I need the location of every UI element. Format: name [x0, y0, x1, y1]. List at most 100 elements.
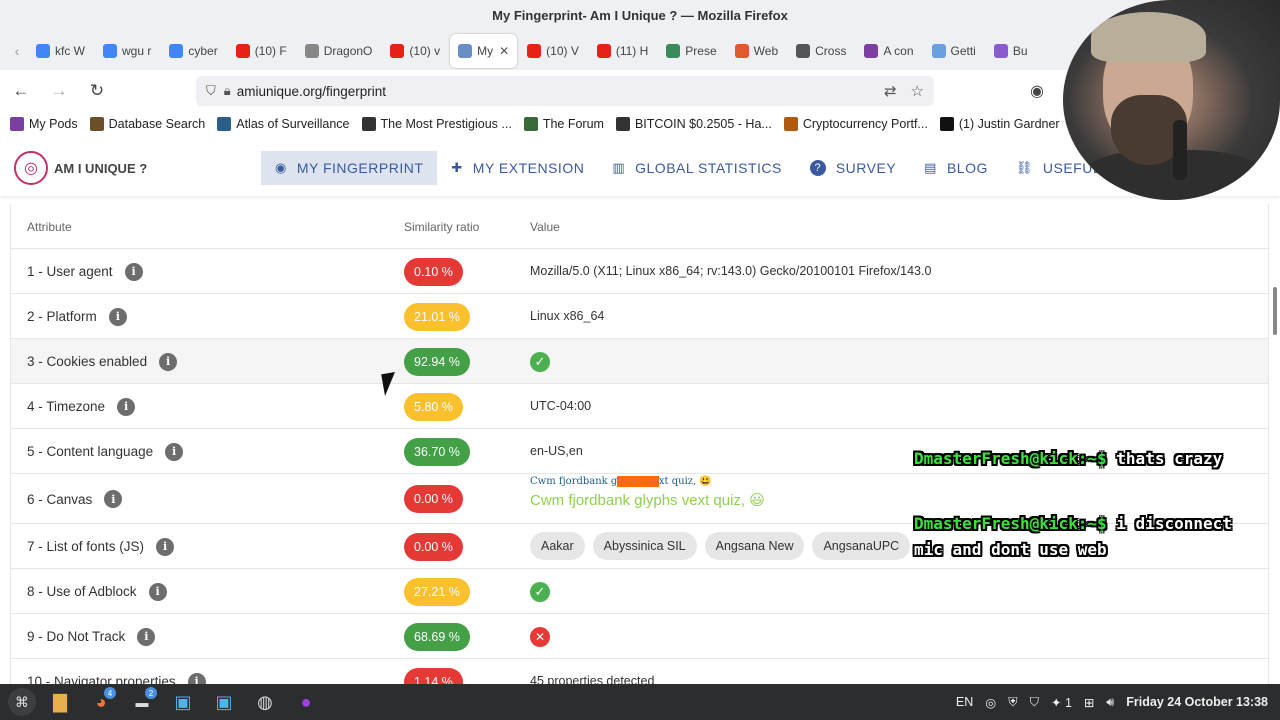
browser-tab[interactable]: (10) F [228, 34, 295, 68]
editor-icon[interactable]: ▣ [166, 687, 200, 717]
menu-item[interactable]: ◉ MY FINGERPRINT [261, 151, 438, 185]
bookmark-item[interactable]: The Most Prestigious ... [361, 117, 512, 131]
attribute-value: 45 properties detected [530, 673, 655, 685]
account-icon[interactable]: ◉ [1030, 81, 1044, 101]
check-icon: ✓ [530, 581, 550, 602]
lock-icon[interactable]: 🔒︎ [224, 83, 231, 99]
site-icon [304, 44, 319, 58]
bookmark-item[interactable]: The Forum [523, 117, 604, 131]
bookmark-favicon-icon [523, 117, 538, 131]
menu-item[interactable]: ▤ BLOG [910, 151, 1002, 185]
attribute-value: en-US,en [530, 443, 583, 458]
bookmark-item[interactable]: (1) Justin Gardner [939, 117, 1060, 131]
browser-tab[interactable]: My ✕ [450, 34, 518, 68]
attribute-value: ✓ [530, 351, 550, 372]
back-icon[interactable]: ← [4, 81, 38, 101]
browser-tab[interactable]: (11) H [589, 34, 656, 68]
attribute-label: 4 - Timezone [27, 399, 106, 414]
tab-label: wgu r [122, 44, 152, 58]
table-header: Attribute Similarity ratio Value [11, 204, 1268, 249]
bookmark-label: Cryptocurrency Portf... [802, 117, 928, 131]
browser-tab[interactable]: (10) v [382, 34, 448, 68]
bookmark-item[interactable]: Cryptocurrency Portf... [783, 117, 928, 131]
browser-tab[interactable]: cyber [161, 34, 225, 68]
info-icon[interactable]: i [148, 582, 167, 601]
obs-icon[interactable]: ◍ [248, 687, 282, 717]
blog-icon: ▤ [924, 160, 937, 175]
forward-icon[interactable]: → [42, 81, 76, 101]
info-icon[interactable]: i [156, 537, 175, 556]
bookmark-item[interactable]: My Pods [10, 117, 78, 131]
canvas-sample-small: Cwm fjordbank glyphs vext quiz, 😃 [530, 476, 712, 487]
browser-tab[interactable]: Cross [788, 34, 854, 68]
tab-label: DragonO [323, 44, 373, 58]
menu-item[interactable]: ? SURVEY [796, 151, 910, 185]
window-title: My Fingerprint- Am I Unique ? — Mozilla … [0, 0, 1280, 32]
attribute-name: 8 - Use of Adblock i [27, 582, 167, 601]
bookmark-item[interactable]: Database Search [89, 117, 205, 131]
notifications-icon[interactable]: ✦ 1 [1051, 695, 1072, 710]
tab-close-icon[interactable]: ✕ [499, 44, 509, 58]
reload-icon[interactable]: ↻ [80, 81, 114, 101]
url-text[interactable]: amiunique.org/fingerprint [237, 84, 386, 99]
url-bar[interactable]: ⛉ 🔒︎ amiunique.org/fingerprint ⇄ ☆ [196, 76, 934, 106]
browser-tab[interactable]: Web [727, 34, 786, 68]
attribute-label: 5 - Content language [27, 444, 154, 459]
shield-tray-icon[interactable]: ⛉ [1030, 695, 1039, 710]
browser-tab[interactable]: Getti [924, 34, 984, 68]
clock[interactable]: Friday 24 October 13:38 [1126, 695, 1268, 709]
info-icon[interactable]: i [137, 627, 156, 646]
firefox-taskbar-icon[interactable]: ◕ 4 [84, 687, 118, 717]
tab-label: kfc W [55, 44, 85, 58]
menu-item[interactable]: ▥ GLOBAL STATISTICS [598, 151, 796, 185]
info-icon[interactable]: i [165, 442, 184, 461]
keyboard-lang[interactable]: EN [956, 695, 973, 709]
table-row: 10 - Navigator properties i 1.14 % 45 prope… [11, 659, 1268, 684]
editor-alt-icon[interactable]: ▣ [207, 687, 241, 717]
attribute-value: Cwm fjordbank glyphs vext quiz, 😃 Cwm fjo… [530, 476, 765, 509]
security-icon[interactable]: ⛨ [1008, 695, 1017, 710]
browser-tab[interactable]: kfc W [28, 34, 93, 68]
network-icon[interactable]: ⊞ [1084, 695, 1094, 710]
tor-icon[interactable]: ● [289, 687, 323, 717]
table-row: 4 - Timezone i 5.80 % UTC-04:00 [11, 384, 1268, 429]
system-tray: EN ◎ ⛨ ⛉ ✦ 1 ⊞ 🔊︎ Friday 24 October 13:3… [956, 695, 1280, 710]
menu-item[interactable]: ✚ MY EXTENSION [437, 151, 598, 185]
translate-icon[interactable]: ⇄ [884, 82, 897, 100]
info-icon[interactable]: i [108, 307, 127, 326]
bookmark-favicon-icon [783, 117, 798, 131]
info-icon[interactable]: i [117, 397, 136, 416]
attribute-value: Linux x86_64 [530, 308, 605, 323]
browser-tab[interactable]: (10) V [519, 34, 587, 68]
info-icon[interactable]: i [187, 672, 206, 684]
browser-tab[interactable]: A con [856, 34, 921, 68]
info-icon[interactable]: i [124, 262, 143, 281]
volume-icon[interactable]: 🔊︎ [1106, 695, 1114, 710]
browser-tab[interactable]: Bu [986, 34, 1036, 68]
browser-tab[interactable]: wgu r [95, 34, 159, 68]
attribute-value: UTC-04:00 [530, 398, 592, 413]
bookmark-item[interactable]: Atlas of Surveillance [217, 117, 350, 131]
firefox-badge: 4 [104, 687, 116, 699]
site-logo[interactable]: ◎ AM I UNIQUE ? [14, 151, 147, 185]
terminal-icon[interactable]: ▬ 2 [125, 687, 159, 717]
files-icon[interactable]: ▇ [43, 687, 77, 717]
tab-label: (10) F [254, 44, 287, 58]
tab-label: My [477, 44, 494, 58]
youtube-icon [596, 44, 611, 58]
google-icon [36, 44, 50, 58]
shield-icon[interactable]: ⛉ [206, 83, 216, 99]
obs-tray-icon[interactable]: ◎ [985, 695, 996, 710]
bookmark-item[interactable]: BITCOIN $0.2505 - Ha... [615, 117, 772, 131]
start-menu-icon[interactable]: ⌘ [8, 688, 36, 716]
info-icon[interactable]: i [159, 352, 178, 371]
puzzle-icon: ✚ [451, 160, 463, 175]
page-scrollbar[interactable] [1273, 287, 1277, 335]
table-row: 2 - Platform i 21.01 % Linux x86_64 [11, 294, 1268, 339]
browser-tab[interactable]: Prese [658, 34, 724, 68]
tab-scroll-left-icon[interactable]: ‹ [6, 43, 28, 59]
info-icon[interactable]: i [104, 490, 123, 508]
bookmark-star-icon[interactable]: ☆ [911, 82, 924, 100]
similarity-badge: 68.69 % [404, 622, 470, 651]
browser-tab[interactable]: DragonO [297, 34, 381, 68]
